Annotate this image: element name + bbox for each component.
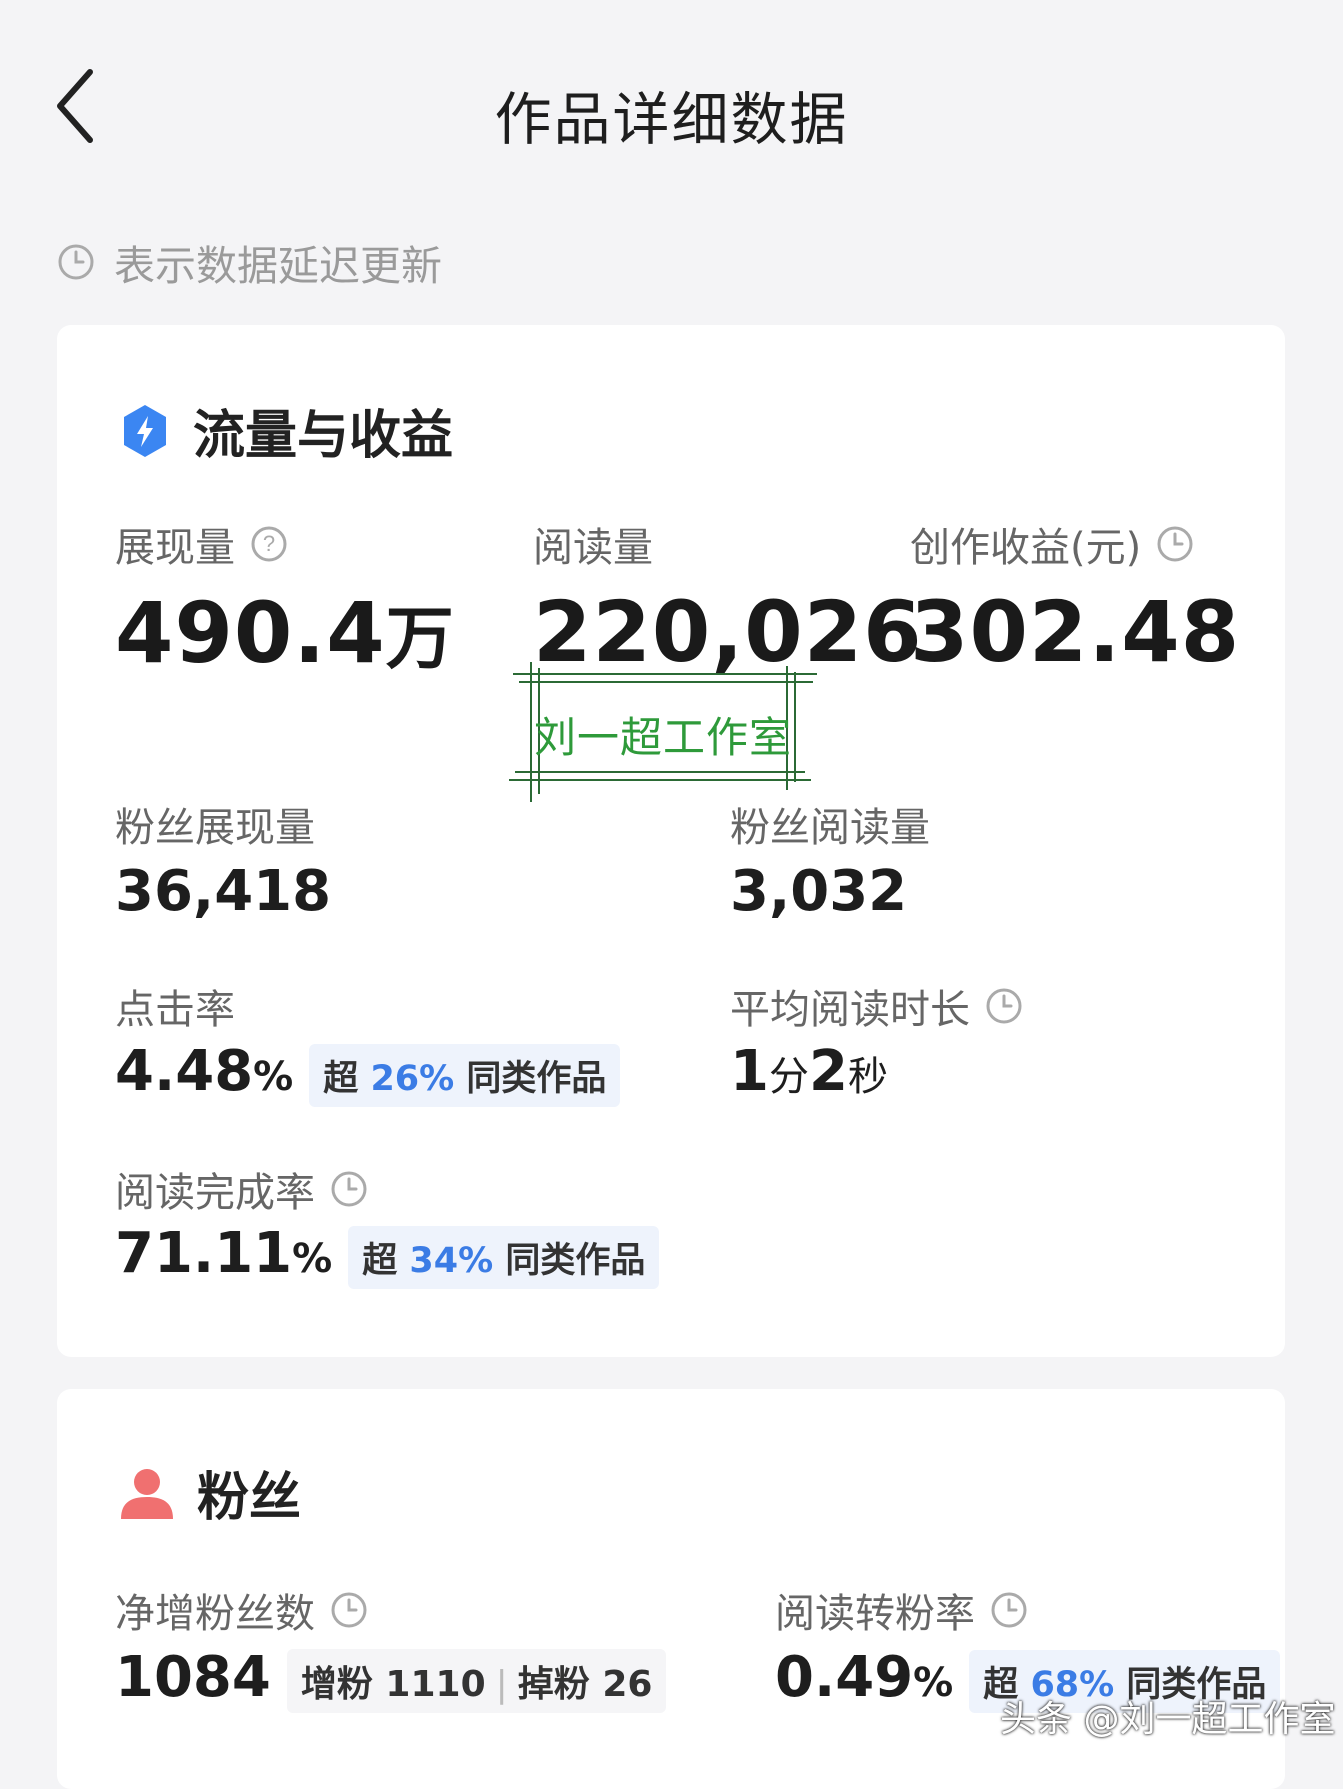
completion-value: 71.11% — [115, 1221, 332, 1286]
conversion-pct: % — [913, 1660, 954, 1706]
watermark: 头条 @刘一超工作室 — [1000, 1699, 1336, 1740]
stamp-text: 刘一超工作室 — [533, 713, 792, 762]
clock-icon — [991, 1592, 1027, 1628]
completion-badge-post: 同类作品 — [505, 1241, 646, 1281]
earnings-label-text: 创作收益(元) — [910, 525, 1142, 571]
clock-icon — [331, 1592, 367, 1628]
conversion-value: 0.49% — [775, 1645, 953, 1710]
completion-badge: 超 34% 同类作品 — [348, 1226, 660, 1289]
completion-label: 阅读完成率 — [115, 1160, 369, 1218]
reads-label: 阅读量 — [533, 525, 653, 571]
impressions-value: 490.4万 — [115, 583, 455, 682]
svg-text:?: ? — [263, 531, 275, 556]
impressions-number: 490.4 — [115, 584, 386, 682]
gain-label: 增粉 — [300, 1664, 373, 1705]
loss-value: 26 — [602, 1664, 653, 1705]
gain-value: 1110 — [385, 1664, 486, 1705]
ctr-badge-value: 26% — [370, 1059, 455, 1099]
clock-icon — [986, 988, 1022, 1024]
ctr-pct: % — [253, 1054, 294, 1100]
net-fans-row: 1084 增粉 1110 | 掉粉 26 — [115, 1645, 667, 1713]
ctr-number: 4.48 — [115, 1039, 254, 1104]
avg-read-value: 1分2秒 — [730, 1039, 888, 1104]
delay-notice: 表示数据延迟更新 — [56, 232, 442, 292]
fan-reads-value: 3,032 — [730, 859, 908, 924]
ctr-row: 4.48% 超 26% 同类作品 — [115, 1039, 621, 1107]
completion-number: 71.11 — [115, 1221, 293, 1286]
completion-pct: % — [292, 1236, 333, 1282]
earnings-label: 创作收益(元) — [910, 515, 1195, 573]
fan-impressions-label: 粉丝展现量 — [115, 805, 315, 851]
help-icon[interactable]: ? — [249, 524, 289, 564]
traffic-section-header: 流量与收益 — [119, 393, 453, 468]
ctr-badge-pre: 超 — [323, 1059, 359, 1099]
net-fans-label-text: 净增粉丝数 — [115, 1591, 315, 1637]
net-fans-value: 1084 — [115, 1645, 271, 1710]
conversion-label-text: 阅读转粉率 — [775, 1591, 975, 1637]
fans-section-title: 粉丝 — [197, 1468, 302, 1528]
avg-read-label-text: 平均阅读时长 — [730, 987, 970, 1033]
notice-text: 表示数据延迟更新 — [114, 242, 442, 290]
net-fans-label: 净增粉丝数 — [115, 1581, 369, 1639]
fan-impressions-value: 36,418 — [115, 859, 332, 924]
avg-read-minutes-unit: 分 — [768, 1054, 809, 1100]
fans-section-header: 粉丝 — [119, 1455, 301, 1530]
completion-row: 71.11% 超 34% 同类作品 — [115, 1221, 660, 1289]
avg-read-minutes: 1 — [730, 1039, 769, 1104]
completion-label-text: 阅读完成率 — [115, 1170, 315, 1216]
conversion-label: 阅读转粉率 — [775, 1581, 1029, 1639]
page-title: 作品详细数据 — [494, 87, 849, 153]
clock-icon — [58, 244, 94, 280]
avg-read-seconds-unit: 秒 — [847, 1054, 888, 1100]
completion-badge-pre: 超 — [362, 1241, 398, 1281]
clock-icon — [331, 1171, 367, 1207]
fans-icon — [121, 1468, 173, 1519]
traffic-icon — [124, 404, 166, 457]
earnings-value: 302.48 — [910, 583, 1241, 681]
impressions-label: 展现量 ? — [115, 515, 289, 573]
avg-read-label: 平均阅读时长 — [730, 977, 1024, 1035]
ctr-badge-post: 同类作品 — [466, 1059, 607, 1099]
loss-label: 掉粉 — [517, 1664, 590, 1705]
impressions-unit: 万 — [385, 600, 455, 679]
ctr-badge: 超 26% 同类作品 — [309, 1044, 621, 1107]
fans-change-badge: 增粉 1110 | 掉粉 26 — [286, 1649, 667, 1713]
clock-icon — [1157, 526, 1193, 562]
traffic-card: 流量与收益 展现量 ? 490.4万 阅读量 220,026 创作收益(元) 3… — [57, 325, 1285, 1357]
impressions-label-text: 展现量 — [115, 525, 235, 571]
ctr-label: 点击率 — [115, 987, 235, 1033]
studio-stamp: 刘一超工作室 — [505, 662, 821, 802]
completion-badge-value: 34% — [409, 1241, 494, 1281]
traffic-section-title: 流量与收益 — [193, 406, 454, 466]
conversion-number: 0.49 — [775, 1645, 914, 1710]
avg-read-seconds: 2 — [808, 1039, 848, 1104]
ctr-value: 4.48% — [115, 1039, 293, 1104]
